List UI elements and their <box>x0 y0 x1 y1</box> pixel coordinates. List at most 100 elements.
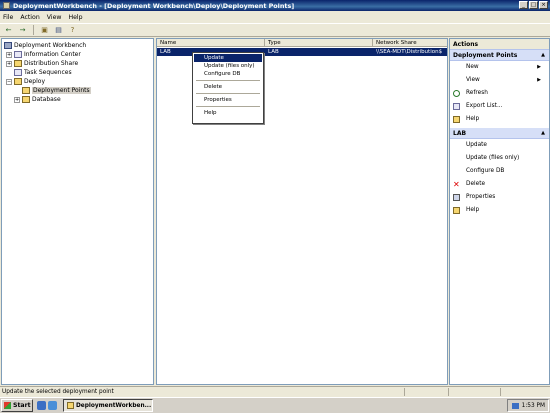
action-label: Update <box>466 142 487 148</box>
help-icon <box>453 116 460 123</box>
ctx-help[interactable]: Help <box>194 109 262 117</box>
action-update[interactable]: Update <box>450 139 549 152</box>
column-type[interactable]: Type <box>265 39 373 46</box>
tree-label: Information Center <box>24 51 81 58</box>
back-icon[interactable]: ← <box>3 25 14 35</box>
system-tray: 1:53 PM <box>507 399 549 412</box>
action-label: Properties <box>466 194 496 200</box>
tree-node-distribution-share[interactable]: + Distribution Share <box>6 59 78 68</box>
folder-icon <box>22 87 30 94</box>
title-bar: DeploymentWorkbench - [Deployment Workbe… <box>0 0 550 11</box>
action-label: Help <box>466 207 480 213</box>
actions-pane: Actions Deployment Points ▲ New ▶ View ▶… <box>449 38 550 385</box>
tree-node-deployment-points[interactable]: Deployment Points <box>22 86 91 95</box>
tree-root[interactable]: Deployment Workbench <box>4 41 86 50</box>
start-button[interactable]: Start <box>1 399 33 412</box>
section-label: LAB <box>453 130 467 137</box>
folder-icon <box>14 78 22 85</box>
tree-label: Distribution Share <box>24 60 79 67</box>
action-update-files-only[interactable]: Update (files only) <box>450 152 549 165</box>
quick-launch <box>37 401 57 410</box>
action-delete[interactable]: ✕ Delete <box>450 178 549 191</box>
toolbar-separator <box>33 25 34 35</box>
menu-separator <box>196 93 260 94</box>
expand-icon[interactable]: + <box>6 51 12 58</box>
clock[interactable]: 1:53 PM <box>522 403 545 409</box>
status-separator <box>500 388 501 396</box>
network-icon[interactable] <box>511 402 519 409</box>
row-type: LAB <box>268 49 279 55</box>
action-label: Refresh <box>466 90 488 96</box>
column-name[interactable]: Name <box>157 39 265 46</box>
action-label: Delete <box>466 181 486 187</box>
column-network-share[interactable]: Network Share <box>373 39 447 46</box>
help-icon <box>453 207 460 214</box>
collapse-icon[interactable]: − <box>6 78 12 85</box>
actions-section-lab[interactable]: LAB ▲ <box>450 128 549 139</box>
ctx-update-files-only[interactable]: Update (files only) <box>194 62 262 70</box>
export-icon <box>453 103 460 110</box>
collapse-caret-icon[interactable]: ▲ <box>541 50 545 61</box>
app-icon <box>67 402 74 409</box>
toolbar: ← → ▣ ▤ ? <box>0 23 550 37</box>
properties-icon[interactable]: ▤ <box>53 25 64 35</box>
actions-title: Actions <box>450 39 549 50</box>
close-button[interactable]: × <box>539 1 548 9</box>
menu-separator <box>196 106 260 107</box>
section-label: Deployment Points <box>453 52 518 59</box>
ctx-configure-db[interactable]: Configure DB <box>194 70 262 78</box>
help-icon[interactable]: ? <box>67 25 78 35</box>
actions-section-deployment-points[interactable]: Deployment Points ▲ <box>450 50 549 61</box>
action-help-lab[interactable]: Help <box>450 204 549 217</box>
folder-icon <box>14 60 22 67</box>
tree-node-deploy[interactable]: − Deploy <box>6 77 45 86</box>
status-text: Update the selected deployment point <box>2 388 114 395</box>
action-help[interactable]: Help <box>450 113 549 126</box>
menu-bar: File Action View Help <box>0 11 550 23</box>
ctx-delete[interactable]: Delete <box>194 83 262 91</box>
maximize-button[interactable]: □ <box>529 1 538 9</box>
ctx-properties[interactable]: Properties <box>194 96 262 104</box>
action-refresh[interactable]: Refresh <box>450 87 549 100</box>
action-properties[interactable]: Properties <box>450 191 549 204</box>
submenu-arrow-icon: ▶ <box>537 64 541 70</box>
list-header: Name Type Network Share <box>157 39 447 47</box>
menu-file[interactable]: File <box>3 14 13 21</box>
expand-icon[interactable]: + <box>14 96 20 103</box>
collapse-caret-icon[interactable]: ▲ <box>541 128 545 139</box>
status-separator <box>404 388 405 396</box>
workbench-icon <box>4 42 12 49</box>
action-label: Help <box>466 116 480 122</box>
tree-root-label: Deployment Workbench <box>14 42 87 49</box>
info-icon <box>14 51 22 58</box>
tree-label: Database <box>32 96 61 103</box>
up-icon[interactable]: ▣ <box>39 25 50 35</box>
internet-explorer-icon[interactable] <box>48 401 57 410</box>
action-view[interactable]: View ▶ <box>450 74 549 87</box>
menu-help[interactable]: Help <box>68 14 82 21</box>
status-separator <box>448 388 449 396</box>
start-label: Start <box>13 402 31 409</box>
action-export-list[interactable]: Export List... <box>450 100 549 113</box>
action-configure-db[interactable]: Configure DB <box>450 165 549 178</box>
menu-view[interactable]: View <box>47 14 62 21</box>
tree-label: Deploy <box>24 78 46 85</box>
forward-icon[interactable]: → <box>17 25 28 35</box>
submenu-arrow-icon: ▶ <box>537 77 541 83</box>
taskbar-deployment-workbench[interactable]: DeploymentWorkben... <box>63 399 153 412</box>
tree-node-information-center[interactable]: + Information Center <box>6 50 81 59</box>
ctx-update[interactable]: Update <box>194 54 262 62</box>
action-label: View <box>466 77 480 83</box>
delete-icon: ✕ <box>453 180 460 189</box>
expand-icon[interactable]: + <box>6 60 12 67</box>
tree-label: Task Sequences <box>24 69 72 76</box>
menu-action[interactable]: Action <box>20 14 39 21</box>
action-new[interactable]: New ▶ <box>450 61 549 74</box>
tree-node-database[interactable]: + Database <box>14 95 61 104</box>
tree-node-task-sequences[interactable]: Task Sequences <box>14 68 72 77</box>
context-menu: Update Update (files only) Configure DB … <box>192 52 264 124</box>
task-sequence-icon <box>14 69 22 76</box>
database-icon <box>22 96 30 103</box>
minimize-button[interactable]: _ <box>519 1 528 9</box>
show-desktop-icon[interactable] <box>37 401 46 410</box>
